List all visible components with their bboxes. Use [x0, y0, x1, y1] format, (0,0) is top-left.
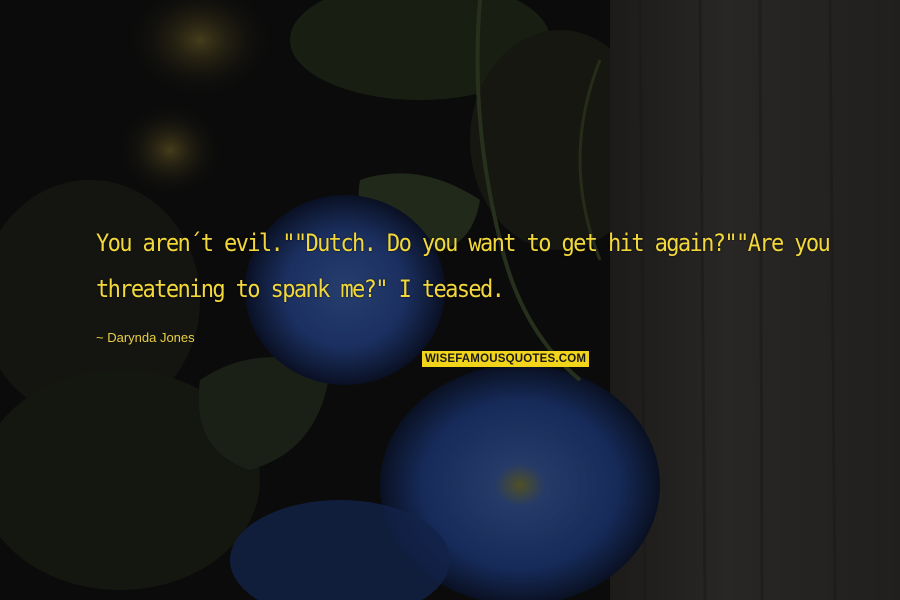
site-watermark: WISEFAMOUSQUOTES.COM — [422, 351, 590, 367]
quote-text: You aren´t evil.""Dutch. Do you want to … — [96, 220, 831, 312]
quote-line-2: threatening to spank me?" I teased. — [96, 275, 505, 303]
quote-line-1: You aren´t evil.""Dutch. Do you want to … — [96, 229, 831, 257]
author-attribution: ~ Darynda Jones — [96, 330, 195, 345]
quote-image: You aren´t evil.""Dutch. Do you want to … — [0, 0, 900, 600]
